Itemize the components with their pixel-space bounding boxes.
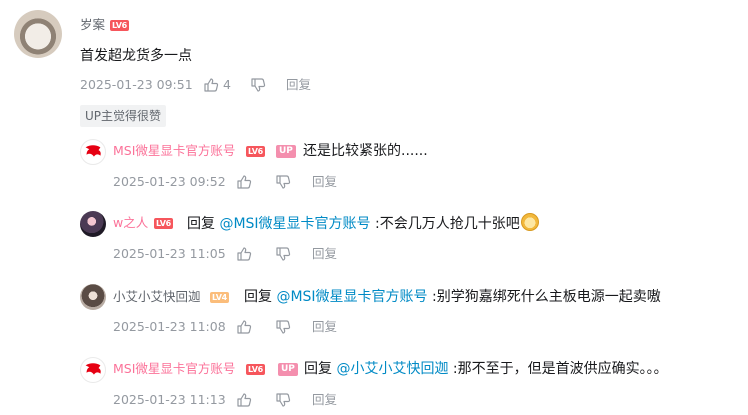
level-badge: LV4: [210, 292, 229, 303]
reply-text: 回复 @小艾小艾快回迦 :那不至于，但是首波供应确实。。。: [304, 361, 668, 377]
mention-link[interactable]: @小艾小艾快回迦: [336, 361, 448, 377]
reply-avatar[interactable]: [80, 139, 106, 165]
main-comment-text: 首发超龙货多一点: [80, 48, 192, 64]
msi-dragon-icon: [85, 363, 101, 375]
reply-text: 回复 @MSI微星显卡官方账号 :别学狗嘉绑死什么主板电源一起卖嗷: [244, 289, 661, 305]
thumbs-up-icon[interactable]: [203, 77, 219, 93]
reply-avatar[interactable]: [80, 357, 106, 383]
level-badge: LV6: [246, 364, 265, 375]
msi-dragon-icon: [85, 145, 101, 157]
reply-username[interactable]: w之人: [113, 215, 148, 231]
reply-button[interactable]: 回复: [312, 392, 337, 408]
up-badge: UP: [278, 363, 298, 376]
thumbs-down-icon[interactable]: [275, 246, 291, 262]
reply-time: 2025-01-23 11:05: [113, 246, 226, 261]
level-badge: LV6: [246, 146, 265, 157]
reply-username[interactable]: 小艾小艾快回迦: [113, 289, 201, 305]
thumbs-down-icon[interactable]: [275, 392, 291, 408]
mention-link[interactable]: @MSI微星显卡官方账号: [276, 289, 427, 305]
reply-button[interactable]: 回复: [312, 319, 337, 335]
up-liked-tag: UP主觉得很赞: [80, 105, 167, 127]
reply-username[interactable]: MSI微星显卡官方账号: [113, 143, 235, 159]
emoji-icon: [520, 213, 539, 231]
thumbs-down-icon[interactable]: [275, 319, 291, 335]
level-badge: LV6: [154, 218, 173, 229]
main-comment-time: 2025-01-23 09:51: [80, 77, 193, 92]
reply-button[interactable]: 回复: [286, 77, 311, 93]
like-count: 4: [223, 77, 231, 92]
reply-button[interactable]: 回复: [312, 246, 337, 262]
thumbs-up-icon[interactable]: [236, 319, 252, 335]
main-comment-username[interactable]: 岁案: [80, 17, 105, 33]
reply-avatar[interactable]: [80, 211, 106, 237]
thumbs-down-icon[interactable]: [250, 77, 266, 93]
reply-time: 2025-01-23 11:08: [113, 319, 226, 334]
reply-time: 2025-01-23 09:52: [113, 174, 226, 189]
reply-time: 2025-01-23 11:13: [113, 392, 226, 407]
reply-avatar[interactable]: [80, 284, 106, 310]
thumbs-down-icon[interactable]: [275, 174, 291, 190]
thumbs-up-icon[interactable]: [236, 392, 252, 408]
main-comment-avatar[interactable]: [14, 10, 62, 58]
reply-text: 还是比较紧张的......: [303, 143, 428, 159]
level-badge: LV6: [110, 20, 129, 31]
thumbs-up-icon[interactable]: [236, 246, 252, 262]
reply-username[interactable]: MSI微星显卡官方账号: [113, 361, 235, 377]
mention-link[interactable]: @MSI微星显卡官方账号: [219, 216, 370, 232]
up-badge: UP: [276, 145, 296, 158]
reply-text: 回复 @MSI微星显卡官方账号 :不会几万人抢几十张吧: [187, 213, 539, 234]
reply-button[interactable]: 回复: [312, 174, 337, 190]
thumbs-up-icon[interactable]: [236, 174, 252, 190]
